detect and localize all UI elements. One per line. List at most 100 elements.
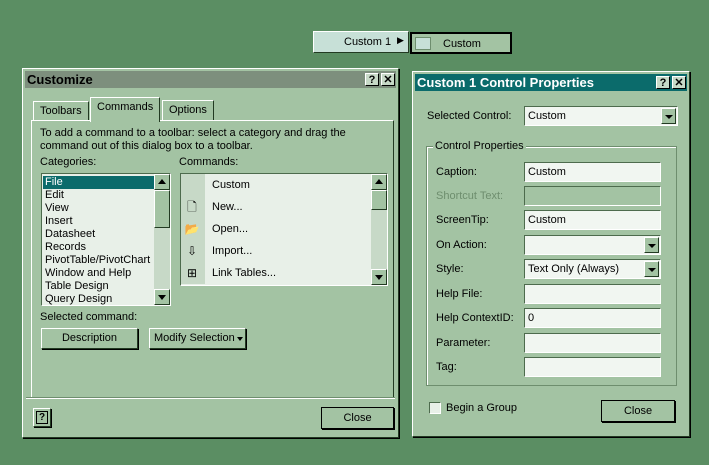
begin-group-checkbox[interactable] bbox=[429, 402, 441, 414]
scroll-up-icon[interactable] bbox=[154, 174, 170, 190]
list-item[interactable]: Window and Help bbox=[43, 267, 155, 280]
selected-command-label: Selected command: bbox=[40, 311, 138, 323]
command-label: Open... bbox=[212, 223, 249, 235]
parameter-input[interactable] bbox=[524, 333, 661, 353]
separator bbox=[26, 397, 395, 399]
list-item[interactable]: Insert bbox=[43, 215, 155, 228]
table-row[interactable]: 📂 Open... bbox=[181, 218, 371, 240]
blank-icon bbox=[184, 177, 200, 193]
close-icon[interactable]: ✕ bbox=[672, 76, 686, 89]
style-select[interactable]: Text Only (Always) bbox=[524, 259, 661, 279]
shortcut-text-label: Shortcut Text: bbox=[436, 190, 504, 202]
help-contextid-input[interactable]: 0 bbox=[524, 308, 661, 328]
new-document-icon: 🗋 bbox=[187, 200, 197, 214]
tab-commands[interactable]: Commands bbox=[90, 97, 161, 122]
chevron-down-icon bbox=[237, 337, 243, 341]
chevron-down-icon[interactable] bbox=[644, 237, 659, 253]
caption-label: Caption: bbox=[436, 166, 477, 178]
scroll-down-icon[interactable] bbox=[371, 269, 387, 285]
tag-input[interactable] bbox=[524, 357, 661, 377]
table-row[interactable]: Custom bbox=[181, 174, 371, 196]
help-contextid-value: 0 bbox=[528, 312, 535, 324]
floating-toolbar-menu[interactable]: Custom 1 ▶ bbox=[313, 31, 409, 53]
style-value: Text Only (Always) bbox=[528, 263, 620, 275]
parameter-label: Parameter: bbox=[436, 337, 491, 349]
list-item[interactable]: View bbox=[43, 202, 155, 215]
help-button[interactable]: ? bbox=[33, 408, 51, 427]
customize-dialog: Customize ? ✕ Toolbars Commands Options … bbox=[22, 68, 399, 438]
categories-label: Categories: bbox=[40, 156, 97, 168]
tab-label: Commands bbox=[97, 101, 154, 113]
screentip-value: Custom bbox=[528, 214, 566, 226]
link-tables-icon: ⊞ bbox=[186, 266, 198, 280]
scroll-thumb[interactable] bbox=[154, 190, 170, 228]
screentip-label: ScreenTip: bbox=[436, 214, 489, 226]
help-icon[interactable]: ? bbox=[656, 76, 670, 89]
shortcut-text-input[interactable] bbox=[524, 186, 661, 206]
tag-label: Tag: bbox=[436, 361, 457, 373]
question-icon: ? bbox=[35, 411, 49, 424]
list-item[interactable]: Edit bbox=[43, 189, 155, 202]
scroll-down-icon[interactable] bbox=[154, 289, 170, 305]
selected-control-select[interactable]: Custom bbox=[524, 106, 678, 126]
tab-label: Options bbox=[169, 104, 207, 116]
toolbar-menu-label: Custom 1 bbox=[344, 36, 392, 48]
help-contextid-label: Help ContextID: bbox=[436, 312, 514, 324]
commands-list[interactable]: Custom 🗋 New... 📂 Open... ⇩ Import... ⊞ Link Tab… bbox=[180, 173, 388, 286]
description-button[interactable]: Description bbox=[41, 328, 138, 349]
chevron-right-icon: ▶ bbox=[397, 35, 404, 45]
caption-input[interactable]: Custom bbox=[524, 162, 661, 182]
categories-scrollbar[interactable] bbox=[154, 174, 170, 305]
list-item[interactable]: Table Design bbox=[43, 280, 155, 293]
table-row[interactable]: 🗋 New... bbox=[181, 196, 371, 218]
list-item[interactable]: Records bbox=[43, 241, 155, 254]
tab-panel: To add a command to a toolbar: select a … bbox=[31, 120, 394, 398]
command-label: New... bbox=[212, 201, 243, 213]
on-action-select[interactable] bbox=[524, 235, 661, 255]
commands-label: Commands: bbox=[179, 156, 239, 168]
categories-list[interactable]: File Edit View Insert Datasheet Records PivotT… bbox=[41, 173, 171, 306]
tab-toolbars[interactable]: Toolbars bbox=[33, 101, 89, 121]
selected-control-label: Selected Control: bbox=[427, 110, 512, 122]
modify-selection-button[interactable]: Modify Selection bbox=[149, 328, 246, 349]
commands-scrollbar[interactable] bbox=[371, 174, 387, 285]
list-item[interactable]: Query Design bbox=[43, 293, 155, 306]
scroll-thumb[interactable] bbox=[371, 190, 387, 210]
modify-selection-label: Modify Selection bbox=[154, 332, 235, 344]
close-icon[interactable]: ✕ bbox=[381, 73, 395, 86]
properties-titlebar: Custom 1 Control Properties ? ✕ bbox=[415, 74, 687, 91]
button-face-icon bbox=[415, 37, 431, 50]
close-button[interactable]: Close bbox=[601, 400, 675, 422]
control-properties-dialog: Custom 1 Control Properties ? ✕ Selected… bbox=[412, 71, 690, 437]
selected-control-value: Custom bbox=[528, 110, 566, 122]
list-item[interactable]: Datasheet bbox=[43, 228, 155, 241]
table-row[interactable]: ⊞ Link Tables... bbox=[181, 262, 371, 284]
tab-options[interactable]: Options bbox=[162, 100, 214, 120]
help-file-input[interactable] bbox=[524, 284, 661, 304]
import-icon: ⇩ bbox=[186, 244, 198, 258]
customize-titlebar: Customize ? ✕ bbox=[25, 71, 396, 88]
dialog-title: Customize bbox=[27, 72, 93, 87]
list-item[interactable]: PivotTable/PivotChart bbox=[43, 254, 155, 267]
toolbar-button-label: Custom bbox=[443, 38, 481, 50]
style-label: Style: bbox=[436, 263, 464, 275]
list-item[interactable]: File bbox=[43, 176, 155, 189]
screentip-input[interactable]: Custom bbox=[524, 210, 661, 230]
table-row[interactable]: ⇩ Import... bbox=[181, 240, 371, 262]
close-button-label: Close bbox=[343, 412, 372, 424]
tab-label: Toolbars bbox=[40, 105, 82, 117]
open-folder-icon: 📂 bbox=[184, 222, 200, 236]
scroll-up-icon[interactable] bbox=[371, 174, 387, 190]
description-button-label: Description bbox=[61, 332, 118, 344]
caption-value: Custom bbox=[528, 166, 566, 178]
group-label: Control Properties bbox=[433, 140, 526, 152]
command-label: Custom bbox=[212, 179, 250, 191]
chevron-down-icon[interactable] bbox=[661, 108, 676, 124]
command-label: Import... bbox=[212, 245, 253, 257]
floating-toolbar-custom-button[interactable]: Custom bbox=[410, 32, 512, 54]
close-button[interactable]: Close bbox=[321, 407, 394, 429]
chevron-down-icon[interactable] bbox=[644, 261, 659, 277]
help-icon[interactable]: ? bbox=[365, 73, 379, 86]
command-label: Link Tables... bbox=[212, 267, 277, 279]
begin-group-label: Begin a Group bbox=[446, 402, 517, 414]
